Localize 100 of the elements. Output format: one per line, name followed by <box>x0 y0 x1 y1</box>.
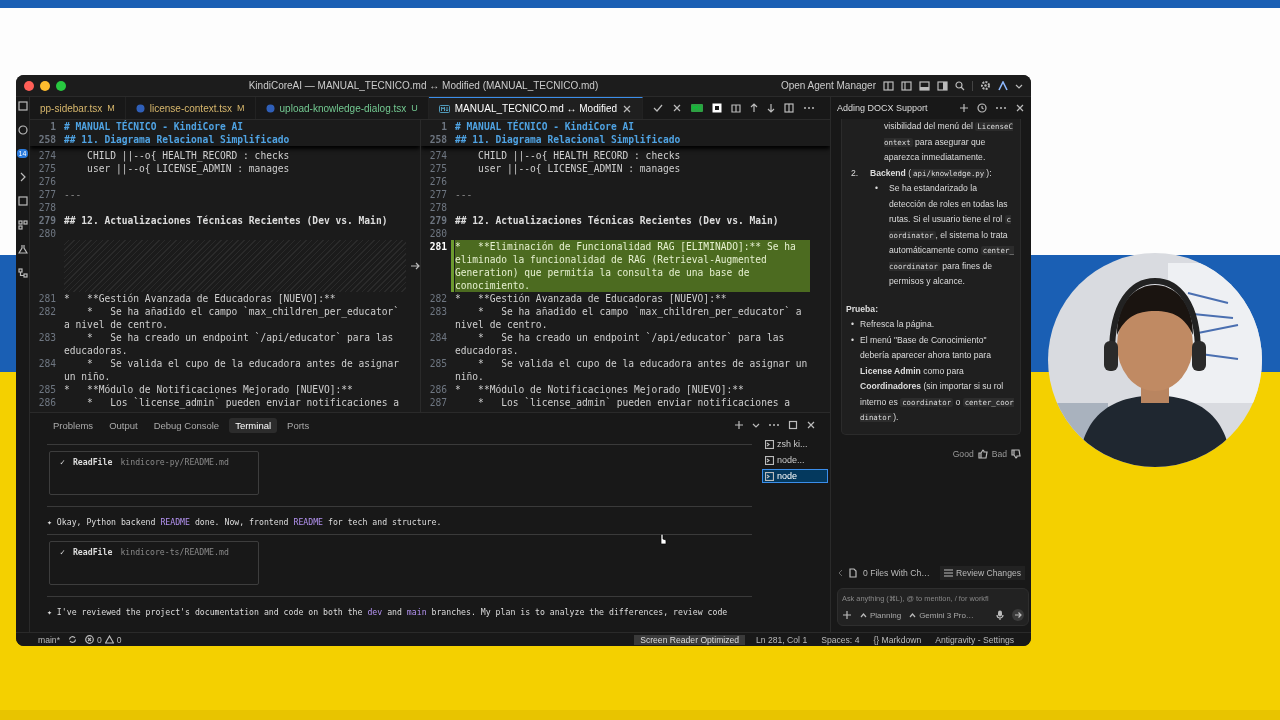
book-icon[interactable] <box>731 103 742 113</box>
panel-tab[interactable]: Debug Console <box>147 417 226 433</box>
line-number: 278 <box>37 201 57 214</box>
review-changes-button[interactable]: Review Changes <box>940 566 1025 580</box>
plus-icon[interactable] <box>959 103 969 113</box>
response-heading: Prueba: <box>846 302 879 316</box>
history-icon[interactable] <box>977 103 987 113</box>
close-icon[interactable] <box>806 420 816 430</box>
grid-icon[interactable] <box>17 220 28 230</box>
line-number: 280 <box>37 227 57 240</box>
open-agent-manager-link[interactable]: Open Agent Manager <box>780 80 876 91</box>
circle-icon[interactable] <box>17 125 28 135</box>
tool-call-path: kindicore-ts/README.md <box>120 547 229 557</box>
code-line: user ||--o{ LICENSE_ADMIN : manages <box>477 162 682 175</box>
hand-cursor-icon <box>658 533 667 545</box>
code-line: * **Gestión Avanzada de Educadoras [NUEVO]:** <box>64 292 337 305</box>
code-line: * Se ha creado un endpoint `/api/educator` para las educadoras. <box>64 331 395 357</box>
microphone-icon[interactable] <box>996 610 1004 620</box>
line-number: 1 <box>440 120 448 133</box>
editor-tab[interactable]: MANUAL_TECNICO.md ↔ Modified <box>428 97 644 119</box>
code-line: * Los `license_admin` pueden enviar notificaciones a <box>477 396 791 409</box>
window-icon[interactable] <box>17 196 28 206</box>
nodes-icon[interactable] <box>17 268 28 278</box>
terminal-session-item[interactable]: node <box>762 469 828 483</box>
line-number: 276 <box>428 175 448 188</box>
plus-icon[interactable] <box>734 420 744 430</box>
chevron-down-icon[interactable] <box>752 421 760 429</box>
line-number: 277 <box>37 188 57 201</box>
status-item[interactable]: Ln 281, Col 1 <box>753 634 811 645</box>
preview-icon[interactable] <box>712 103 723 113</box>
editor-tab[interactable]: pp-sidebar.tsx M <box>30 97 126 119</box>
code-line: * Se valida el cupo de la educadora antes de asignar un niño. <box>64 357 400 383</box>
editor-tab[interactable]: license-context.tsx M <box>125 97 256 119</box>
arrow-down-icon[interactable] <box>767 103 776 113</box>
code-line: --- <box>64 188 83 201</box>
maximize-window-button[interactable] <box>56 80 66 91</box>
terminal-session-item[interactable]: node... <box>762 453 828 467</box>
minimize-window-button[interactable] <box>40 80 50 91</box>
close-icon[interactable] <box>672 103 683 113</box>
sidebar-right-icon[interactable] <box>937 80 948 91</box>
check-icon[interactable] <box>653 103 664 113</box>
terminal-session-item[interactable]: zsh ki... <box>762 437 828 451</box>
status-item[interactable]: Spaces: 4 <box>818 634 863 645</box>
panel-tab[interactable]: Ports <box>281 417 316 433</box>
layout-icon[interactable] <box>883 80 894 91</box>
mode-selector[interactable]: Planning <box>860 610 902 620</box>
good-feedback-link[interactable]: Good <box>952 448 974 459</box>
code-line: ## 11. Diagrama Relacional Simplificado <box>455 133 682 146</box>
panel-tab[interactable]: Output <box>103 417 144 433</box>
code-line: user ||--o{ LICENSE_ADMIN : manages <box>86 162 291 175</box>
arrow-right-icon[interactable] <box>410 261 420 271</box>
status-item[interactable]: Screen Reader Optimized <box>634 634 746 645</box>
branch-label[interactable]: main* <box>38 634 60 645</box>
thumbs-up-icon[interactable] <box>977 448 988 459</box>
chevron-left-icon[interactable] <box>837 569 843 577</box>
close-window-button[interactable] <box>24 80 34 91</box>
code-line: * Se valida el cupo de la educadora antes de asignar un niño. <box>455 357 809 383</box>
thumbs-down-icon[interactable] <box>1011 448 1021 459</box>
panel-tab[interactable]: Terminal <box>229 417 278 433</box>
close-tab-icon[interactable] <box>622 103 633 114</box>
line-number: 282 <box>428 292 448 305</box>
response-text: Refresca la página. <box>860 318 935 331</box>
maximize-icon[interactable] <box>788 420 798 430</box>
window-icon[interactable] <box>17 101 28 111</box>
send-button[interactable] <box>1012 609 1024 621</box>
flask-icon[interactable] <box>17 244 28 254</box>
editor-tab[interactable]: upload-knowledge-dialog.tsx U <box>255 97 429 119</box>
terminal-message: ✦ I've reviewed the project's documentation and code on both the dev and main branches. My plan is to analyze the differences, review code <box>47 607 729 617</box>
chevron-up-icon <box>860 612 867 618</box>
search-icon[interactable] <box>955 80 965 91</box>
line-number: 284 <box>37 357 57 371</box>
sidebar-left-icon[interactable] <box>901 80 912 91</box>
line-number: 287 <box>428 396 448 409</box>
bad-feedback-link[interactable]: Bad <box>991 448 1007 459</box>
panel-tab[interactable]: Problems <box>47 417 100 433</box>
plus-icon[interactable] <box>842 610 852 620</box>
split-editor-icon[interactable] <box>784 103 795 113</box>
code-line: CHILD ||--o{ HEALTH_RECORD : checks <box>86 149 291 162</box>
status-item[interactable]: Antigravity - Settings <box>932 634 1017 645</box>
panel-bottom-icon[interactable] <box>919 80 930 91</box>
settings-icon[interactable] <box>980 80 991 91</box>
tool-call-path: kindicore-py/README.md <box>120 457 229 467</box>
code-line: --- <box>455 188 474 201</box>
markdown-icon[interactable] <box>691 104 704 112</box>
line-number: 277 <box>428 188 448 201</box>
line-number: 285 <box>428 357 448 371</box>
code-line: ## 12. Actualizaciones Técnicas Recientes (Dev vs. Main) <box>64 214 389 227</box>
status-item[interactable]: {} Markdown <box>870 634 925 645</box>
list-number: 2. <box>850 166 860 180</box>
tool-call-label: ✓ <box>60 457 65 467</box>
markdown-file-icon <box>438 104 450 113</box>
model-selector[interactable]: Gemini 3 Pro… <box>909 610 974 620</box>
close-icon[interactable] <box>1015 103 1025 113</box>
tool-call-label: ReadFile <box>72 547 113 557</box>
line-number: 279 <box>37 214 57 227</box>
code-line: * **Módulo de Notificaciones Mejorado [NUEVO]:** <box>455 383 745 396</box>
arrow-up-icon[interactable] <box>750 103 759 113</box>
sync-icon[interactable] <box>68 635 77 644</box>
line-number: 280 <box>428 227 448 240</box>
peak-icon[interactable] <box>998 80 1008 91</box>
